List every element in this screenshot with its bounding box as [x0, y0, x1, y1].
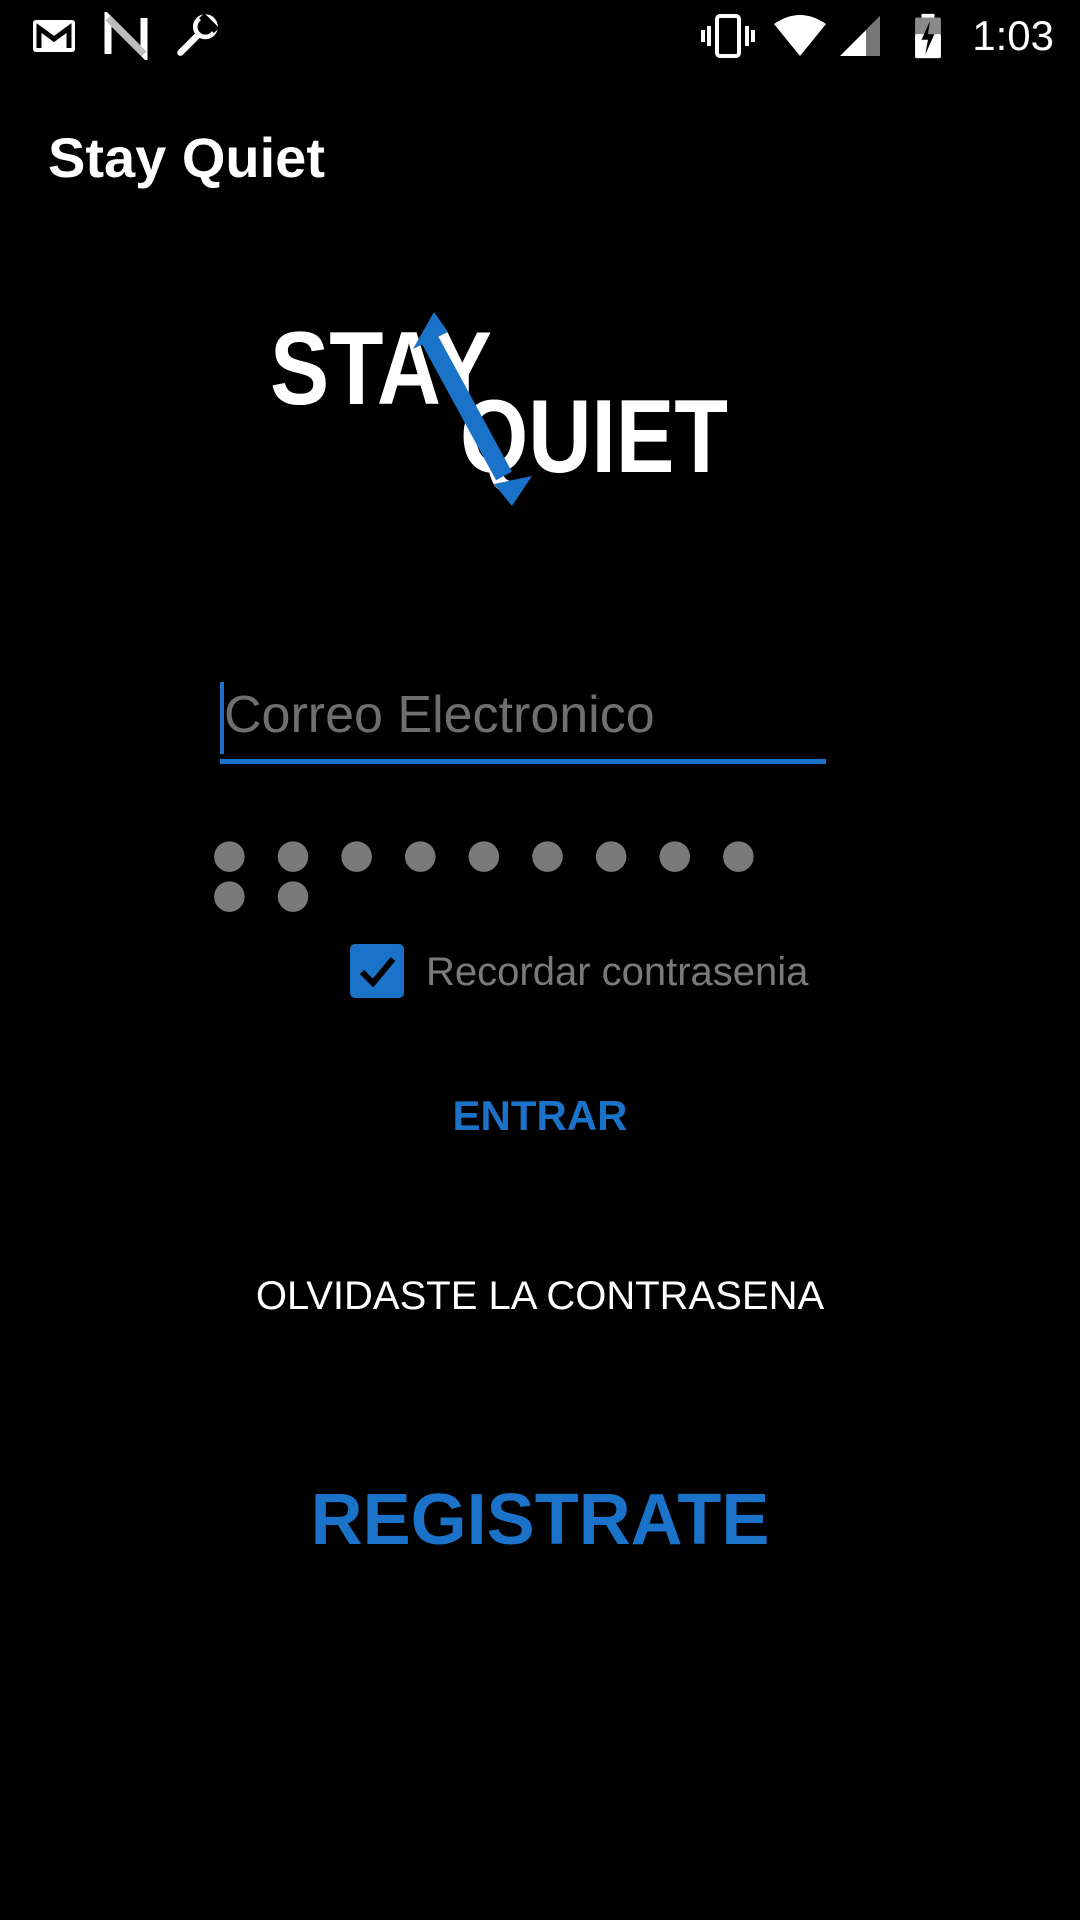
remember-password-row[interactable]: Recordar contrasenia — [350, 944, 830, 1000]
login-button[interactable]: ENTRAR — [0, 1090, 1080, 1142]
wifi-icon — [774, 15, 826, 56]
password-mask: ● ● ● ● ● ● ● ● ● ● ● — [212, 831, 764, 917]
register-button[interactable]: REGISTRATE — [0, 1476, 1080, 1564]
password-field[interactable]: ● ● ● ● ● ● ● ● ● ● ● — [212, 834, 822, 914]
vibrate-icon — [701, 14, 755, 58]
text-cursor — [220, 682, 224, 754]
status-bar: 1:03 — [0, 0, 1080, 72]
remember-password-checkbox[interactable] — [350, 944, 404, 998]
remember-password-label: Recordar contrasenia — [426, 950, 809, 994]
clock: 1:03 — [972, 12, 1054, 59]
battery-charging-icon — [915, 13, 941, 59]
app-title: Stay Quiet — [48, 126, 325, 189]
email-field[interactable] — [220, 672, 830, 764]
gmail-icon — [33, 20, 75, 52]
forgot-password-button[interactable]: OLVIDASTE LA CONTRASENA — [0, 1270, 1080, 1322]
checkmark-icon — [359, 957, 396, 988]
n-notification-icon — [104, 12, 148, 60]
email-input[interactable] — [220, 672, 830, 758]
wrench-icon — [177, 13, 220, 56]
stay-quiet-logo: STAY QUIET — [270, 311, 728, 506]
signal-icon — [840, 16, 880, 56]
